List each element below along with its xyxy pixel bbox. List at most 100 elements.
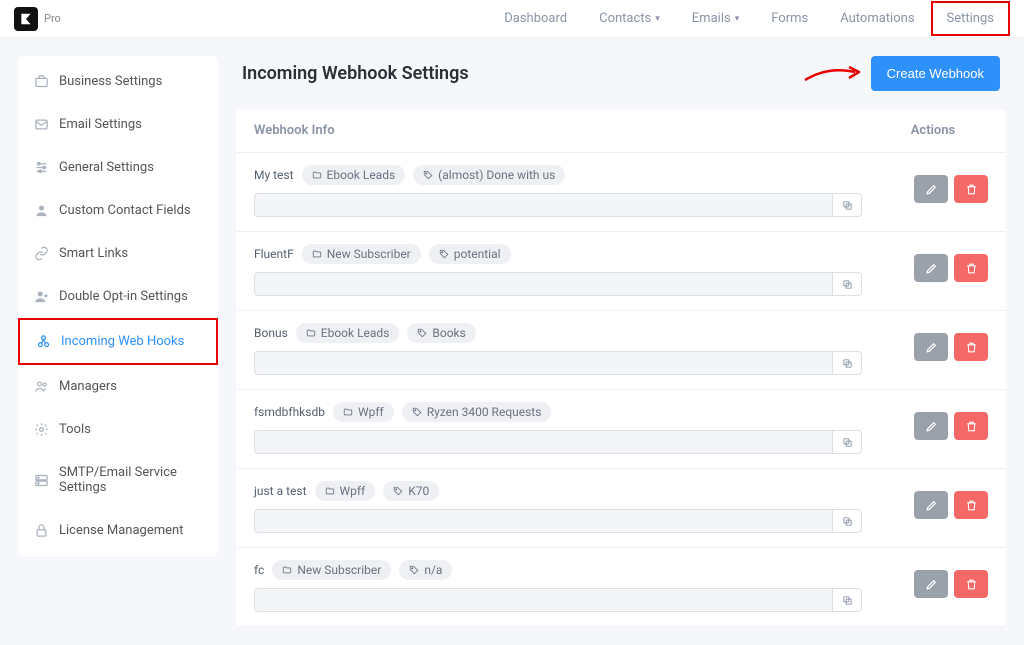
sidebar-label: Smart Links bbox=[59, 246, 128, 261]
tag-icon bbox=[393, 486, 403, 496]
row-actions bbox=[878, 244, 988, 296]
copy-icon bbox=[842, 595, 853, 606]
webhook-table: Webhook Info Actions My test Ebook Leads… bbox=[236, 109, 1006, 627]
edit-button[interactable] bbox=[914, 570, 948, 598]
webhook-url-input[interactable] bbox=[254, 351, 832, 375]
sidebar-item-smart-links[interactable]: Smart Links bbox=[18, 232, 218, 275]
sidebar-item-custom-fields[interactable]: Custom Contact Fields bbox=[18, 189, 218, 232]
url-bar bbox=[254, 430, 862, 454]
webhook-url-input[interactable] bbox=[254, 509, 832, 533]
copy-button[interactable] bbox=[832, 509, 862, 533]
webhook-url-input[interactable] bbox=[254, 588, 832, 612]
webhook-url-input[interactable] bbox=[254, 193, 832, 217]
edit-button[interactable] bbox=[914, 412, 948, 440]
row-info: FluentF New Subscriber potential bbox=[254, 244, 878, 296]
chevron-down-icon: ▾ bbox=[735, 14, 740, 24]
row-info: just a test Wpff K70 bbox=[254, 481, 878, 533]
sidebar-item-smtp[interactable]: SMTP/Email Service Settings bbox=[18, 451, 218, 509]
sidebar-item-tools[interactable]: Tools bbox=[18, 408, 218, 451]
sidebar-label: Incoming Web Hooks bbox=[61, 334, 184, 349]
nav-automations[interactable]: Automations bbox=[824, 1, 930, 36]
copy-button[interactable] bbox=[832, 430, 862, 454]
create-webhook-button[interactable]: Create Webhook bbox=[871, 56, 1000, 91]
copy-icon bbox=[842, 358, 853, 369]
delete-button[interactable] bbox=[954, 254, 988, 282]
main-content: Incoming Webhook Settings Create Webhook… bbox=[236, 56, 1006, 627]
edit-button[interactable] bbox=[914, 175, 948, 203]
sidebar-label: SMTP/Email Service Settings bbox=[59, 465, 202, 495]
sidebar-item-email[interactable]: Email Settings bbox=[18, 103, 218, 146]
delete-button[interactable] bbox=[954, 333, 988, 361]
url-bar bbox=[254, 509, 862, 533]
webhook-name: Bonus bbox=[254, 326, 288, 340]
sidebar-item-managers[interactable]: Managers bbox=[18, 365, 218, 408]
trash-icon bbox=[965, 183, 978, 196]
folder-icon bbox=[325, 486, 335, 496]
row-actions bbox=[878, 323, 988, 375]
folder-icon bbox=[282, 565, 292, 575]
row-actions bbox=[878, 560, 988, 612]
table-row: just a test Wpff K70 bbox=[236, 469, 1006, 548]
table-row: FluentF New Subscriber potential bbox=[236, 232, 1006, 311]
folder-icon bbox=[312, 170, 322, 180]
folder-icon bbox=[312, 249, 322, 259]
pencil-icon bbox=[925, 183, 938, 196]
nav-emails[interactable]: Emails▾ bbox=[676, 1, 755, 36]
table-header: Webhook Info Actions bbox=[236, 109, 1006, 153]
sidebar-item-business[interactable]: Business Settings bbox=[18, 60, 218, 103]
pencil-icon bbox=[925, 578, 938, 591]
trash-icon bbox=[965, 578, 978, 591]
gear-icon bbox=[34, 422, 49, 437]
mail-icon bbox=[34, 117, 49, 132]
sidebar-item-general[interactable]: General Settings bbox=[18, 146, 218, 189]
table-row: My test Ebook Leads (almost) Done with u… bbox=[236, 153, 1006, 232]
delete-button[interactable] bbox=[954, 412, 988, 440]
row-actions bbox=[878, 165, 988, 217]
user-icon bbox=[34, 203, 49, 218]
sidebar-label: Tools bbox=[59, 422, 91, 437]
topnav: Dashboard Contacts▾ Emails▾ Forms Automa… bbox=[488, 1, 1010, 36]
nav-settings[interactable]: Settings bbox=[931, 1, 1010, 36]
list-tag: Wpff bbox=[333, 402, 394, 422]
lock-icon bbox=[34, 523, 49, 538]
edit-button[interactable] bbox=[914, 491, 948, 519]
pencil-icon bbox=[925, 341, 938, 354]
layout: Business Settings Email Settings General… bbox=[0, 38, 1024, 645]
delete-button[interactable] bbox=[954, 175, 988, 203]
edit-button[interactable] bbox=[914, 254, 948, 282]
sidebar-item-webhooks[interactable]: Incoming Web Hooks bbox=[18, 318, 218, 365]
edit-button[interactable] bbox=[914, 333, 948, 361]
copy-button[interactable] bbox=[832, 272, 862, 296]
url-bar bbox=[254, 193, 862, 217]
url-bar bbox=[254, 272, 862, 296]
nav-contacts[interactable]: Contacts▾ bbox=[583, 1, 676, 36]
trash-icon bbox=[965, 499, 978, 512]
copy-icon bbox=[842, 200, 853, 211]
copy-icon bbox=[842, 516, 853, 527]
nav-forms[interactable]: Forms bbox=[755, 1, 824, 36]
nav-dashboard[interactable]: Dashboard bbox=[488, 1, 583, 36]
sidebar-label: Managers bbox=[59, 379, 117, 394]
brand-logo bbox=[14, 7, 38, 31]
page-title: Incoming Webhook Settings bbox=[242, 63, 469, 84]
trash-icon bbox=[965, 341, 978, 354]
delete-button[interactable] bbox=[954, 570, 988, 598]
tag-icon bbox=[409, 565, 419, 575]
list-tag: New Subscriber bbox=[302, 244, 421, 264]
sidebar-item-double-optin[interactable]: Double Opt-in Settings bbox=[18, 275, 218, 318]
list-tag: New Subscriber bbox=[272, 560, 391, 580]
sidebar-label: Email Settings bbox=[59, 117, 142, 132]
server-icon bbox=[34, 473, 49, 488]
users-icon bbox=[34, 379, 49, 394]
sidebar-item-license[interactable]: License Management bbox=[18, 509, 218, 552]
copy-icon bbox=[842, 279, 853, 290]
copy-button[interactable] bbox=[832, 588, 862, 612]
webhook-url-input[interactable] bbox=[254, 272, 832, 296]
briefcase-icon bbox=[34, 74, 49, 89]
copy-button[interactable] bbox=[832, 351, 862, 375]
tag-label: n/a bbox=[399, 560, 452, 580]
copy-button[interactable] bbox=[832, 193, 862, 217]
sidebar-label: Double Opt-in Settings bbox=[59, 289, 188, 304]
delete-button[interactable] bbox=[954, 491, 988, 519]
webhook-url-input[interactable] bbox=[254, 430, 832, 454]
